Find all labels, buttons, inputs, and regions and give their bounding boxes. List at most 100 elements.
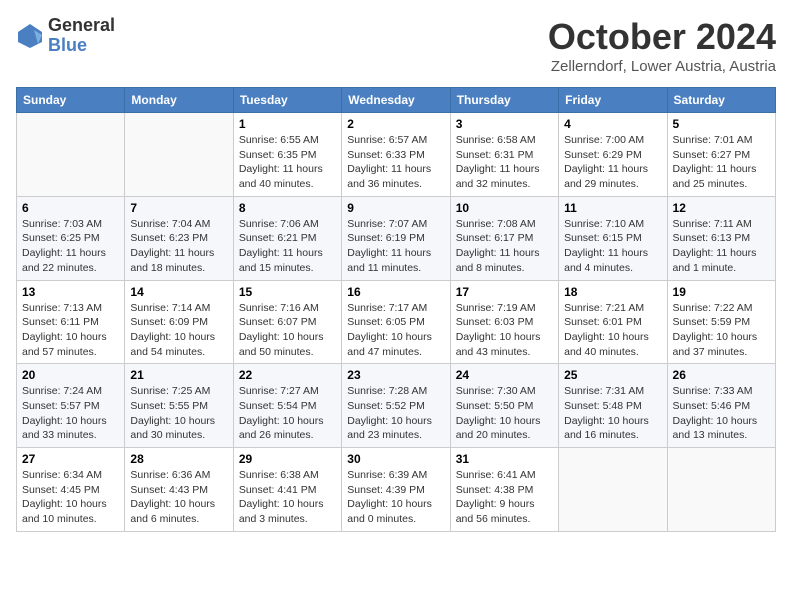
calendar-day-cell: 27 Sunrise: 6:34 AMSunset: 4:45 PMDayligh… bbox=[17, 448, 125, 532]
title-block: October 2024 Zellerndorf, Lower Austria,… bbox=[548, 16, 776, 75]
day-info-line: Sunrise: 7:24 AM bbox=[22, 384, 119, 399]
day-info-line: Sunset: 4:43 PM bbox=[130, 483, 227, 498]
day-info-line: Sunset: 6:11 PM bbox=[22, 315, 119, 330]
day-info-line: Sunset: 6:29 PM bbox=[564, 148, 661, 163]
day-info-line: Sunrise: 6:34 AM bbox=[22, 468, 119, 483]
day-info-line: Sunrise: 7:03 AM bbox=[22, 217, 119, 232]
day-number: 23 bbox=[347, 368, 444, 382]
page-header: General Blue October 2024 Zellerndorf, L… bbox=[16, 16, 776, 75]
calendar-table: SundayMondayTuesdayWednesdayThursdayFrid… bbox=[16, 87, 776, 532]
day-info-line: Daylight: 10 hours and 10 minutes. bbox=[22, 497, 119, 526]
day-info-line: Daylight: 11 hours and 1 minute. bbox=[673, 246, 770, 275]
day-info-line: Sunrise: 7:16 AM bbox=[239, 301, 336, 316]
day-info-line: Sunset: 5:50 PM bbox=[456, 399, 553, 414]
day-info-line: Sunset: 5:52 PM bbox=[347, 399, 444, 414]
logo-icon bbox=[16, 22, 44, 50]
day-info-line: Sunrise: 6:38 AM bbox=[239, 468, 336, 483]
calendar-week-row: 6Sunrise: 7:03 AMSunset: 6:25 PMDaylight… bbox=[17, 196, 776, 280]
calendar-week-row: 27Sunrise: 6:34 AMSunset: 4:45 PMDayligh… bbox=[17, 448, 776, 532]
calendar-day-cell bbox=[667, 448, 775, 532]
calendar-week-row: 1Sunrise: 6:55 AMSunset: 6:35 PMDaylight… bbox=[17, 113, 776, 197]
calendar-day-cell: 13Sunrise: 7:13 AMSunset: 6:11 PMDayligh… bbox=[17, 280, 125, 364]
month-title: October 2024 bbox=[548, 16, 776, 58]
day-number: 15 bbox=[239, 285, 336, 299]
day-number: 1 bbox=[239, 117, 336, 131]
day-info-line: Daylight: 11 hours and 18 minutes. bbox=[130, 246, 227, 275]
day-info-line: Daylight: 11 hours and 22 minutes. bbox=[22, 246, 119, 275]
calendar-week-row: 20Sunrise: 7:24 AMSunset: 5:57 PMDayligh… bbox=[17, 364, 776, 448]
day-number: 26 bbox=[673, 368, 770, 382]
day-number: 3 bbox=[456, 117, 553, 131]
day-info-line: Daylight: 11 hours and 8 minutes. bbox=[456, 246, 553, 275]
day-number: 2 bbox=[347, 117, 444, 131]
calendar-day-header: Sunday bbox=[17, 88, 125, 113]
day-info-line: Sunrise: 6:57 AM bbox=[347, 133, 444, 148]
day-number: 31 bbox=[456, 452, 553, 466]
calendar-day-header: Friday bbox=[559, 88, 667, 113]
day-info-line: Daylight: 10 hours and 26 minutes. bbox=[239, 414, 336, 443]
day-info-line: Sunset: 6:23 PM bbox=[130, 231, 227, 246]
day-info-line: Daylight: 10 hours and 3 minutes. bbox=[239, 497, 336, 526]
day-number: 13 bbox=[22, 285, 119, 299]
calendar-day-cell: 3Sunrise: 6:58 AMSunset: 6:31 PMDaylight… bbox=[450, 113, 558, 197]
calendar-day-header: Thursday bbox=[450, 88, 558, 113]
day-info-line: Sunset: 4:39 PM bbox=[347, 483, 444, 498]
day-info-line: Daylight: 11 hours and 4 minutes. bbox=[564, 246, 661, 275]
calendar-day-cell bbox=[559, 448, 667, 532]
calendar-day-cell: 16Sunrise: 7:17 AMSunset: 6:05 PMDayligh… bbox=[342, 280, 450, 364]
day-number: 6 bbox=[22, 201, 119, 215]
day-info-line: Sunset: 5:54 PM bbox=[239, 399, 336, 414]
calendar-day-header: Saturday bbox=[667, 88, 775, 113]
day-number: 24 bbox=[456, 368, 553, 382]
calendar-day-cell: 30Sunrise: 6:39 AMSunset: 4:39 PMDayligh… bbox=[342, 448, 450, 532]
day-number: 14 bbox=[130, 285, 227, 299]
day-info-line: Sunrise: 7:25 AM bbox=[130, 384, 227, 399]
day-info-line: Sunset: 6:17 PM bbox=[456, 231, 553, 246]
calendar-day-cell: 15Sunrise: 7:16 AMSunset: 6:07 PMDayligh… bbox=[233, 280, 341, 364]
day-info-line: Daylight: 10 hours and 13 minutes. bbox=[673, 414, 770, 443]
calendar-day-cell: 1Sunrise: 6:55 AMSunset: 6:35 PMDaylight… bbox=[233, 113, 341, 197]
calendar-day-cell: 14Sunrise: 7:14 AMSunset: 6:09 PMDayligh… bbox=[125, 280, 233, 364]
day-number: 27 bbox=[22, 452, 119, 466]
day-number: 20 bbox=[22, 368, 119, 382]
day-info-line: Sunrise: 7:06 AM bbox=[239, 217, 336, 232]
day-info-line: Daylight: 10 hours and 43 minutes. bbox=[456, 330, 553, 359]
calendar-day-cell: 22Sunrise: 7:27 AMSunset: 5:54 PMDayligh… bbox=[233, 364, 341, 448]
day-info-line: Sunrise: 7:08 AM bbox=[456, 217, 553, 232]
day-info-line: Sunset: 6:33 PM bbox=[347, 148, 444, 163]
day-info-line: Daylight: 11 hours and 25 minutes. bbox=[673, 162, 770, 191]
day-number: 30 bbox=[347, 452, 444, 466]
location-title: Zellerndorf, Lower Austria, Austria bbox=[548, 58, 776, 75]
day-info-line: Sunset: 6:15 PM bbox=[564, 231, 661, 246]
day-number: 7 bbox=[130, 201, 227, 215]
day-number: 25 bbox=[564, 368, 661, 382]
calendar-day-cell: 8Sunrise: 7:06 AMSunset: 6:21 PMDaylight… bbox=[233, 196, 341, 280]
calendar-day-cell: 23Sunrise: 7:28 AMSunset: 5:52 PMDayligh… bbox=[342, 364, 450, 448]
day-info-line: Sunrise: 7:21 AM bbox=[564, 301, 661, 316]
day-number: 17 bbox=[456, 285, 553, 299]
calendar-day-cell: 4Sunrise: 7:00 AMSunset: 6:29 PMDaylight… bbox=[559, 113, 667, 197]
calendar-day-cell: 19Sunrise: 7:22 AMSunset: 5:59 PMDayligh… bbox=[667, 280, 775, 364]
day-info-line: Sunset: 4:45 PM bbox=[22, 483, 119, 498]
day-info-line: Sunset: 5:59 PM bbox=[673, 315, 770, 330]
day-info-line: Daylight: 10 hours and 0 minutes. bbox=[347, 497, 444, 526]
day-info-line: Sunrise: 7:33 AM bbox=[673, 384, 770, 399]
calendar-day-cell: 25Sunrise: 7:31 AMSunset: 5:48 PMDayligh… bbox=[559, 364, 667, 448]
calendar-day-cell bbox=[125, 113, 233, 197]
day-info-line: Sunrise: 6:36 AM bbox=[130, 468, 227, 483]
calendar-day-header: Monday bbox=[125, 88, 233, 113]
logo: General Blue bbox=[16, 16, 115, 56]
day-info-line: Sunset: 6:03 PM bbox=[456, 315, 553, 330]
day-info-line: Sunrise: 7:14 AM bbox=[130, 301, 227, 316]
day-info-line: Sunrise: 7:01 AM bbox=[673, 133, 770, 148]
day-info-line: Sunset: 4:41 PM bbox=[239, 483, 336, 498]
day-info-line: Sunset: 5:48 PM bbox=[564, 399, 661, 414]
calendar-week-row: 13Sunrise: 7:13 AMSunset: 6:11 PMDayligh… bbox=[17, 280, 776, 364]
day-info-line: Sunset: 6:01 PM bbox=[564, 315, 661, 330]
day-number: 8 bbox=[239, 201, 336, 215]
calendar-day-cell: 12Sunrise: 7:11 AMSunset: 6:13 PMDayligh… bbox=[667, 196, 775, 280]
day-info-line: Daylight: 10 hours and 50 minutes. bbox=[239, 330, 336, 359]
day-info-line: Sunset: 6:25 PM bbox=[22, 231, 119, 246]
day-info-line: Daylight: 10 hours and 40 minutes. bbox=[564, 330, 661, 359]
day-number: 29 bbox=[239, 452, 336, 466]
